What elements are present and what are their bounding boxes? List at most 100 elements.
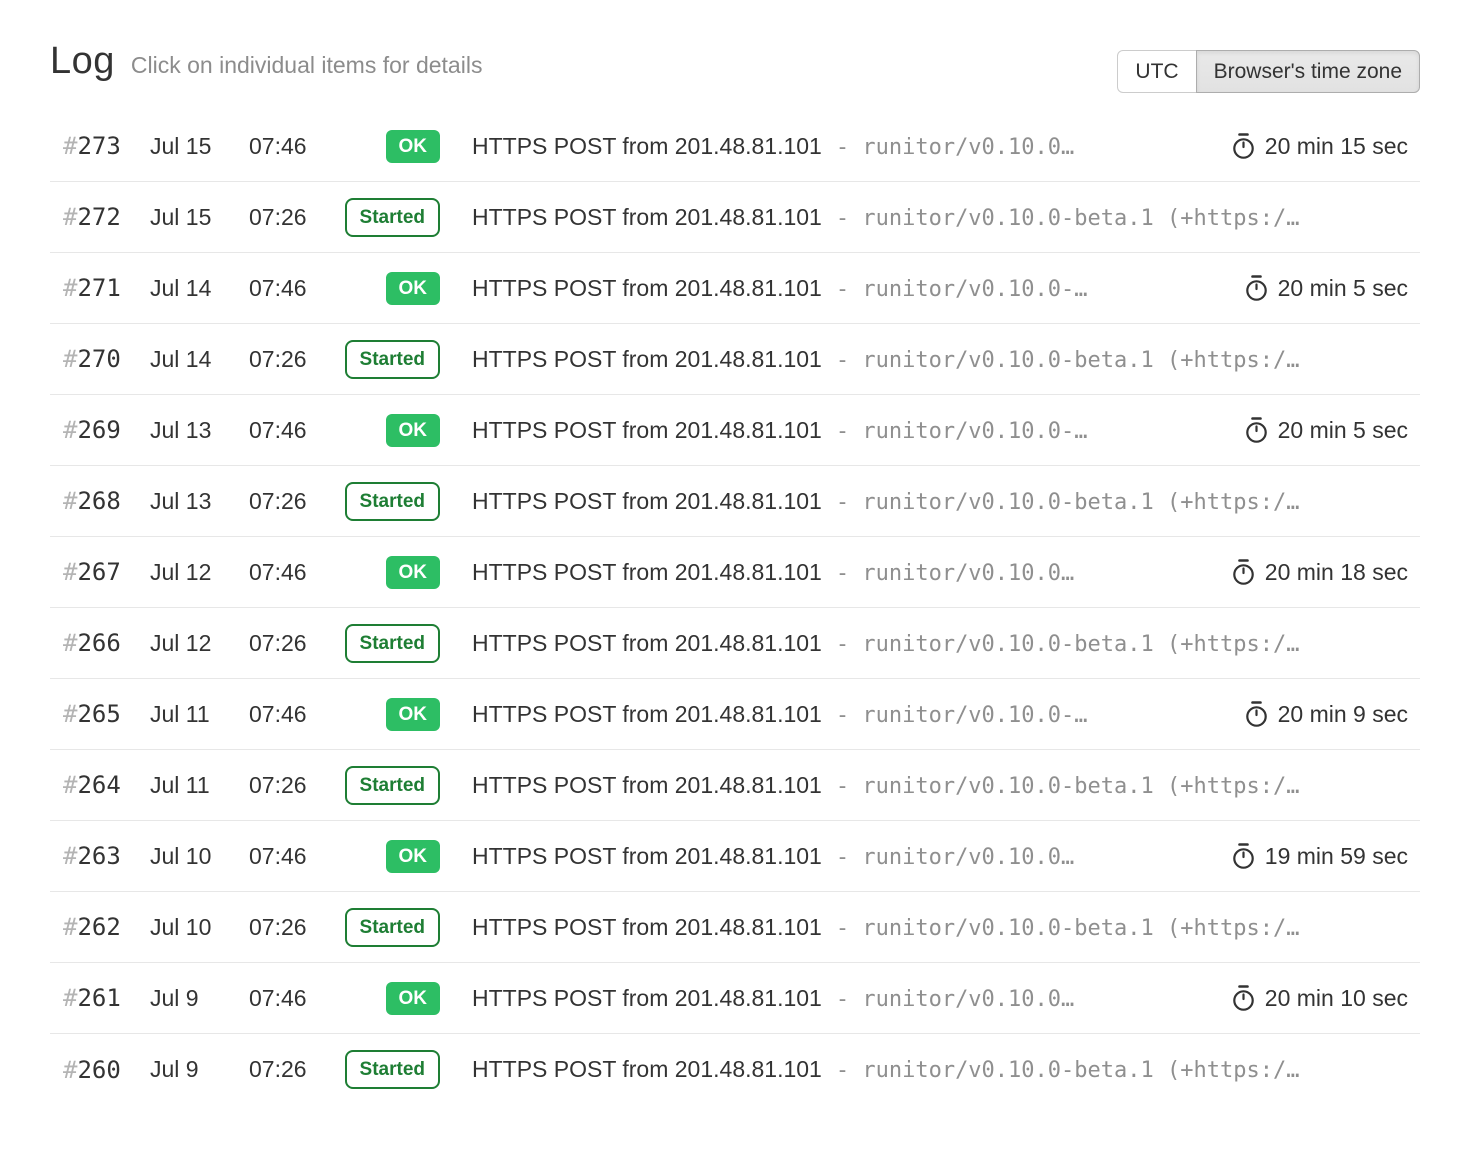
log-row[interactable]: #265 Jul 11 07:46 OK HTTPS POST from 201… — [50, 679, 1420, 750]
log-row[interactable]: #264 Jul 11 07:26 Started HTTPS POST fro… — [50, 750, 1420, 821]
entry-number: #265 — [50, 700, 150, 728]
entry-number-prefix: # — [63, 416, 77, 444]
browser-timezone-button[interactable]: Browser's time zone — [1196, 50, 1420, 93]
event-description: HTTPS POST from 201.48.81.101- runitor/v… — [472, 985, 1211, 1012]
entry-number: #264 — [50, 771, 150, 799]
log-row[interactable]: #272 Jul 15 07:26 Started HTTPS POST fro… — [50, 182, 1420, 253]
status-badge-cell: OK — [345, 840, 440, 873]
entry-date: Jul 12 — [150, 559, 249, 586]
log-row[interactable]: #269 Jul 13 07:46 OK HTTPS POST from 201… — [50, 395, 1420, 466]
event-text: HTTPS POST from 201.48.81.101 — [472, 843, 822, 869]
entry-number-value: 270 — [77, 345, 120, 373]
entry-date: Jul 14 — [150, 346, 249, 373]
log-row[interactable]: #273 Jul 15 07:46 OK HTTPS POST from 201… — [50, 111, 1420, 182]
event-text: HTTPS POST from 201.48.81.101 — [472, 346, 822, 372]
entry-number-value: 271 — [77, 274, 120, 302]
entry-time: 07:26 — [249, 346, 345, 373]
event-text: HTTPS POST from 201.48.81.101 — [472, 985, 822, 1011]
log-table: #273 Jul 15 07:46 OK HTTPS POST from 201… — [50, 111, 1420, 1105]
entry-number-prefix: # — [63, 700, 77, 728]
status-badge: OK — [386, 130, 441, 163]
log-row[interactable]: #260 Jul 9 07:26 Started HTTPS POST from… — [50, 1034, 1420, 1105]
entry-number: #268 — [50, 487, 150, 515]
log-row[interactable]: #270 Jul 14 07:26 Started HTTPS POST fro… — [50, 324, 1420, 395]
page-subtitle: Click on individual items for details — [131, 52, 483, 79]
entry-number-prefix: # — [63, 487, 77, 515]
page-header: Log Click on individual items for detail… — [50, 40, 1420, 93]
entry-number-prefix: # — [63, 913, 77, 941]
stopwatch-icon — [1231, 984, 1256, 1012]
event-text: HTTPS POST from 201.48.81.101 — [472, 204, 822, 230]
user-agent-text: - runitor/v0.10.0-beta.1 (+https:/… — [836, 916, 1300, 941]
user-agent-text: - runitor/v0.10.0-… — [836, 703, 1088, 728]
user-agent-text: - runitor/v0.10.0-beta.1 (+https:/… — [836, 1058, 1300, 1083]
entry-number-value: 264 — [77, 771, 120, 799]
duration: 20 min 5 sec — [1244, 416, 1420, 444]
user-agent-text: - runitor/v0.10.0-beta.1 (+https:/… — [836, 490, 1300, 515]
entry-date: Jul 13 — [150, 488, 249, 515]
stopwatch-icon — [1231, 842, 1256, 870]
entry-number-value: 265 — [77, 700, 120, 728]
event-description: HTTPS POST from 201.48.81.101- runitor/v… — [472, 488, 1420, 515]
log-row[interactable]: #268 Jul 13 07:26 Started HTTPS POST fro… — [50, 466, 1420, 537]
log-row[interactable]: #271 Jul 14 07:46 OK HTTPS POST from 201… — [50, 253, 1420, 324]
log-row[interactable]: #267 Jul 12 07:46 OK HTTPS POST from 201… — [50, 537, 1420, 608]
entry-number-prefix: # — [63, 558, 77, 586]
log-row[interactable]: #263 Jul 10 07:46 OK HTTPS POST from 201… — [50, 821, 1420, 892]
entry-date: Jul 12 — [150, 630, 249, 657]
entry-date: Jul 11 — [150, 701, 249, 728]
event-description: HTTPS POST from 201.48.81.101 - runitor/v… — [472, 630, 1420, 657]
status-badge: Started — [345, 766, 440, 805]
status-badge-cell: OK — [345, 272, 440, 305]
entry-date: Jul 9 — [150, 1056, 249, 1083]
duration-text: 20 min 9 sec — [1278, 701, 1408, 728]
status-badge: Started — [345, 1050, 440, 1089]
duration: 20 min 5 sec — [1244, 274, 1420, 302]
duration-text: 20 min 15 sec — [1265, 133, 1408, 160]
entry-time: 07:26 — [249, 1056, 345, 1083]
duration: 20 min 9 sec — [1244, 700, 1420, 728]
entry-number-value: 262 — [77, 913, 120, 941]
entry-time: 07:46 — [249, 275, 345, 302]
user-agent-text: - runitor/v0.10.0-beta.1 (+https:/… — [836, 348, 1300, 373]
status-badge-cell: OK — [345, 556, 440, 589]
entry-number-value: 273 — [77, 132, 120, 160]
entry-date: Jul 11 — [150, 772, 249, 799]
entry-number: #261 — [50, 984, 150, 1012]
status-badge-cell: Started — [345, 908, 440, 947]
event-description: HTTPS POST from 201.48.81.101- runitor/v… — [472, 559, 1211, 586]
entry-number-prefix: # — [63, 629, 77, 657]
entry-time: 07:26 — [249, 772, 345, 799]
entry-number: #270 — [50, 345, 150, 373]
entry-time: 07:26 — [249, 914, 345, 941]
entry-date: Jul 10 — [150, 914, 249, 941]
log-row[interactable]: #261 Jul 9 07:46 OK HTTPS POST from 201.… — [50, 963, 1420, 1034]
status-badge-cell: Started — [345, 340, 440, 379]
stopwatch-icon — [1244, 416, 1269, 444]
entry-number: #273 — [50, 132, 150, 160]
entry-number-prefix: # — [63, 203, 77, 231]
entry-number-value: 260 — [77, 1056, 120, 1084]
user-agent-text: - runitor/v0.10.0-beta.1 (+https:/… — [836, 632, 1300, 657]
entry-number-prefix: # — [63, 771, 77, 799]
utc-button[interactable]: UTC — [1117, 50, 1196, 93]
duration-text: 20 min 5 sec — [1278, 275, 1408, 302]
event-description: HTTPS POST from 201.48.81.101- runitor/v… — [472, 275, 1224, 302]
status-badge-cell: Started — [345, 766, 440, 805]
entry-number: #263 — [50, 842, 150, 870]
event-text: HTTPS POST from 201.48.81.101 — [472, 630, 822, 656]
duration-text: 20 min 10 sec — [1265, 985, 1408, 1012]
status-badge: OK — [386, 556, 441, 589]
log-row[interactable]: #262 Jul 10 07:26 Started HTTPS POST fro… — [50, 892, 1420, 963]
event-description: HTTPS POST from 201.48.81.101- runitor/v… — [472, 204, 1420, 231]
entry-number: #266 — [50, 629, 150, 657]
entry-number: #260 — [50, 1056, 150, 1084]
status-badge-cell: Started — [345, 624, 440, 663]
entry-number-prefix: # — [63, 984, 77, 1012]
log-row[interactable]: #266 Jul 12 07:26 Started HTTPS POST fro… — [50, 608, 1420, 679]
entry-date: Jul 9 — [150, 985, 249, 1012]
entry-number-value: 261 — [77, 984, 120, 1012]
duration: 20 min 18 sec — [1231, 558, 1420, 586]
event-text: HTTPS POST from 201.48.81.101 — [472, 914, 822, 940]
timezone-toggle: UTC Browser's time zone — [1117, 50, 1420, 93]
